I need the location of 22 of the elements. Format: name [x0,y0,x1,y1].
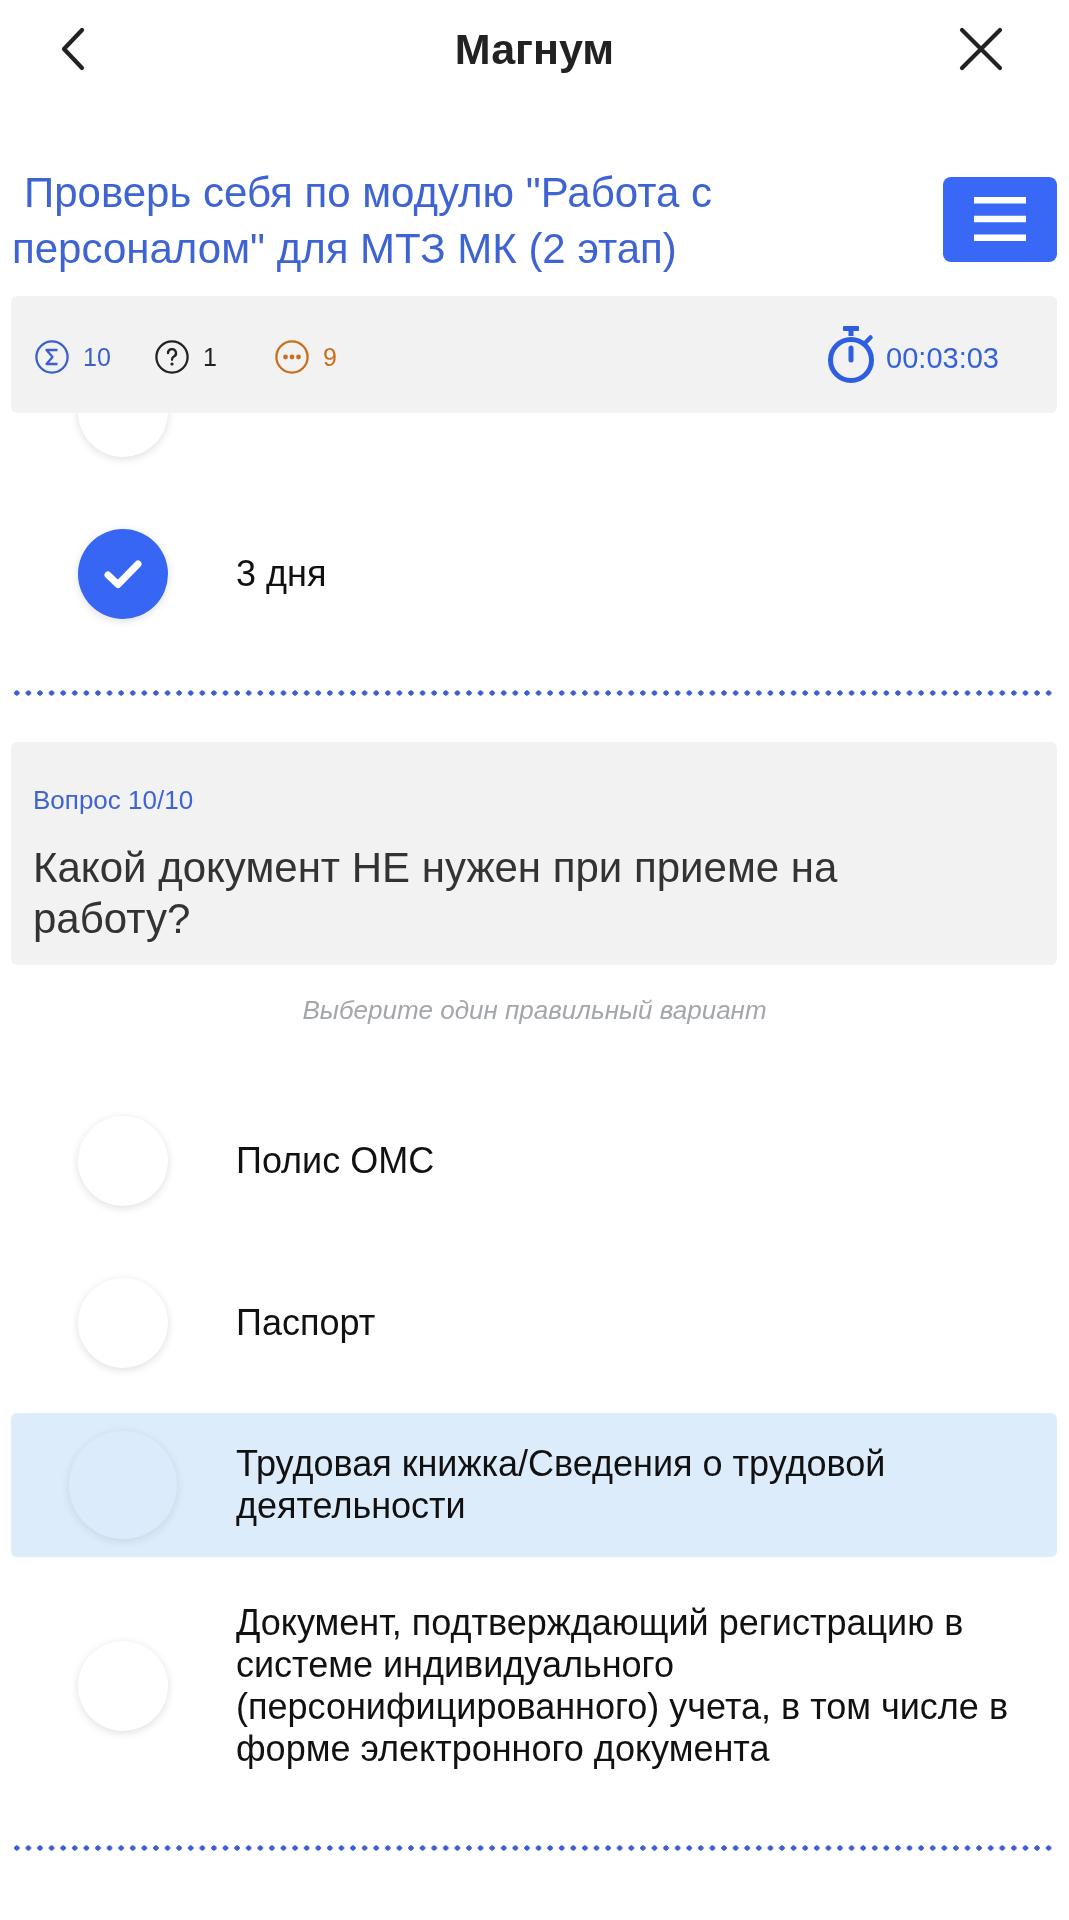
option-label: Паспорт [236,1302,377,1344]
radio-button[interactable] [78,529,168,619]
timer-value: 00:03:03 [886,340,999,375]
stat-count: 1 [203,341,217,373]
stat-count: 9 [323,341,337,373]
test-title: Проверь себя по модулю "Работа с персоналом" для МТЗ МК (2 этап) [12,168,713,274]
back-icon[interactable] [60,27,86,71]
stopwatch-icon [826,325,877,384]
check-icon [103,558,143,590]
answer-hint: Выберите один правильный вариант [301,995,768,1025]
menu-button[interactable] [943,176,1057,262]
answer-option-row[interactable]: Трудовая книжка/Сведения о трудовой деятельности [11,1413,1057,1557]
page-title: Магнум [454,24,615,75]
option-label: Документ, подтверждающий регистрацию в системе индивидуального (персонифицированного) учета, в том числе в форме электронного документа [236,1602,1009,1770]
menu-icon [974,197,1026,241]
close-icon[interactable] [959,27,1003,71]
question-text: Какой документ НЕ нужен при приеме на работу? [33,843,839,944]
option-label: Трудовая книжка/Сведения о трудовой деятельности [236,1443,887,1527]
option-label: Полис ОМС [236,1140,436,1182]
stat-count: 10 [83,341,111,373]
option-label: 3 дня [236,553,328,595]
question-number: Вопрос 10/10 [33,785,195,815]
